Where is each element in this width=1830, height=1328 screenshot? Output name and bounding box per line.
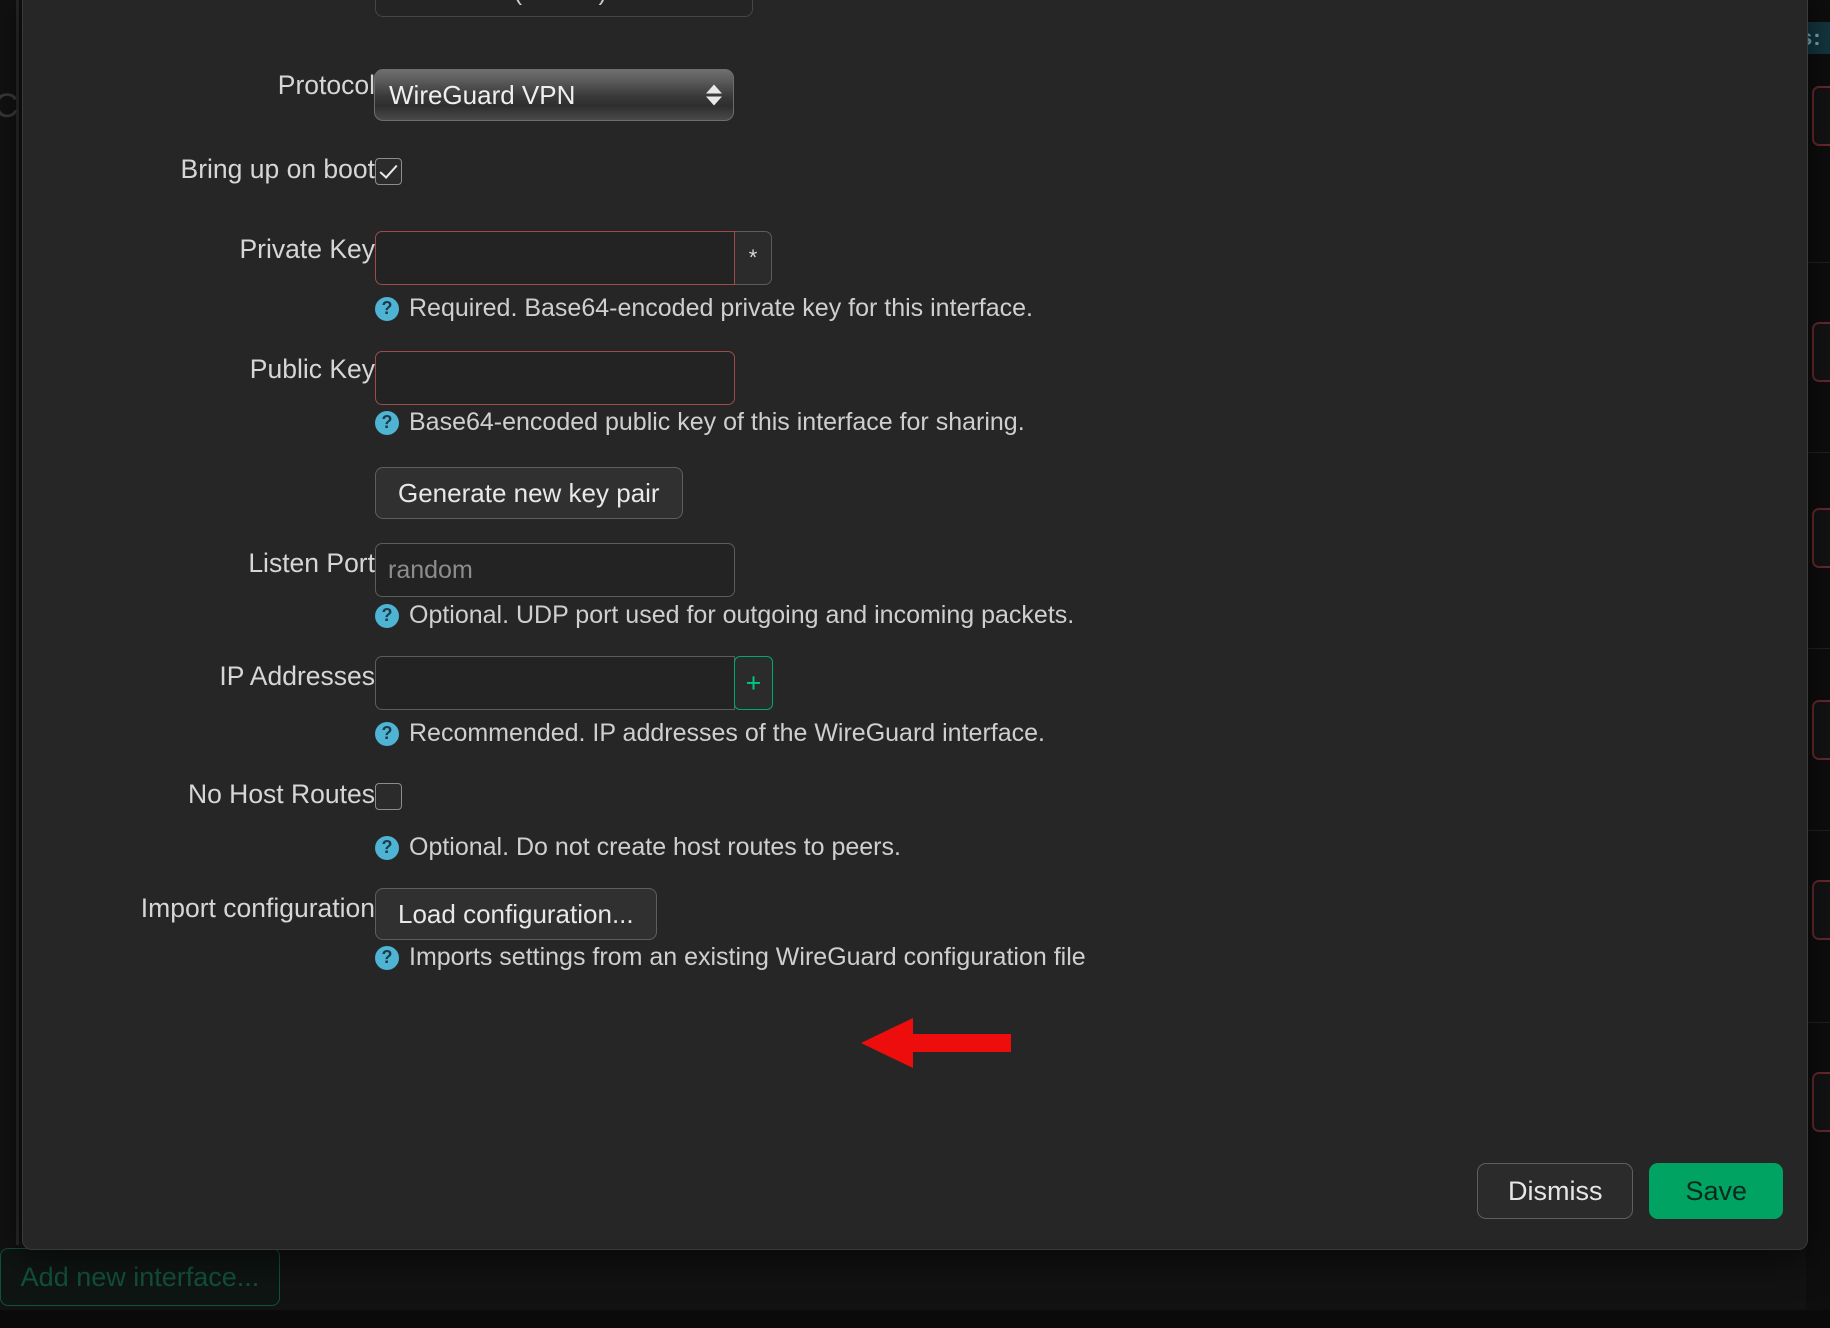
private-key-hint-text: Required. Base64-encoded private key for…	[409, 294, 1033, 322]
no-host-routes-hint-text: Optional. Do not create host routes to p…	[409, 833, 901, 861]
help-circle-icon: ?	[375, 835, 399, 860]
background-field	[1812, 322, 1830, 382]
load-configuration-button[interactable]: Load configuration...	[375, 888, 657, 940]
listen-port-hint-text: Optional. UDP port used for outgoing and…	[409, 601, 1075, 629]
background-divider	[1806, 1022, 1830, 1023]
screen: C s: Add new interface... TX: 0 B (0 Pkt…	[0, 0, 1830, 1328]
protocol-label: Protocol	[277, 70, 375, 100]
wireguard-interface-dialog: TX: 0 B (0 Pkts.) Protocol WireGuard VPN…	[22, 0, 1808, 1250]
no-host-routes-hint: ? Optional. Do not create host routes to…	[375, 833, 901, 862]
listen-port-label: Listen Port	[248, 548, 375, 578]
private-key-required-marker: *	[735, 231, 772, 285]
bring-up-on-boot-checkbox-wrapper[interactable]	[375, 158, 402, 185]
ip-addresses-row: +	[375, 656, 773, 710]
help-circle-icon: ?	[375, 945, 399, 970]
background-field	[1812, 508, 1830, 568]
listen-port-hint: ? Optional. UDP port used for outgoing a…	[375, 601, 1074, 630]
background-divider	[1806, 262, 1830, 263]
public-key-hint-text: Base64-encoded public key of this interf…	[409, 408, 1025, 436]
ip-addresses-label: IP Addresses	[219, 661, 375, 691]
public-key-hint: ? Base64-encoded public key of this inte…	[375, 408, 1025, 437]
background-left-glyph: C	[0, 88, 19, 124]
background-divider	[1806, 830, 1830, 831]
help-circle-icon: ?	[375, 410, 399, 435]
listen-port-row	[375, 543, 735, 597]
ip-addresses-input[interactable]	[375, 656, 735, 710]
add-ip-address-button[interactable]: +	[734, 656, 773, 710]
dialog-footer: Dismiss Save	[1476, 1163, 1783, 1219]
tx-value: 0 B (0 Pkts.)	[469, 0, 607, 6]
public-key-label: Public Key	[249, 354, 375, 384]
background-bottom-bar	[0, 1310, 1830, 1328]
save-button[interactable]: Save	[1649, 1163, 1783, 1219]
ip-addresses-hint: ? Recommended. IP addresses of the WireG…	[375, 719, 1045, 748]
background-field	[1812, 700, 1830, 760]
public-key-input[interactable]	[375, 351, 735, 405]
background-divider	[1806, 648, 1830, 649]
annotation-arrow-icon	[861, 1018, 1011, 1068]
background-field	[1812, 1072, 1830, 1132]
import-configuration-label: Import configuration	[140, 893, 375, 923]
no-host-routes-checkbox-wrapper[interactable]	[375, 783, 402, 810]
background-field	[1812, 880, 1830, 940]
import-configuration-hint: ? Imports settings from an existing Wire…	[375, 943, 1086, 972]
background-left-rule	[16, 0, 19, 1245]
import-configuration-hint-text: Imports settings from an existing WireGu…	[409, 943, 1086, 971]
private-key-hint: ? Required. Base64-encoded private key f…	[375, 294, 1033, 323]
generate-new-key-pair-button[interactable]: Generate new key pair	[375, 467, 683, 519]
background-field	[1812, 86, 1830, 146]
ip-addresses-hint-text: Recommended. IP addresses of the WireGua…	[409, 719, 1045, 747]
help-circle-icon: ?	[375, 603, 399, 628]
bring-up-on-boot-label: Bring up on boot	[180, 154, 375, 184]
help-circle-icon: ?	[375, 296, 399, 321]
dismiss-button[interactable]: Dismiss	[1476, 1163, 1634, 1219]
help-circle-icon: ?	[375, 721, 399, 746]
protocol-select[interactable]: WireGuard VPN	[374, 69, 734, 121]
bring-up-on-boot-checkbox[interactable]	[375, 158, 402, 185]
tx-stats-panel: TX: 0 B (0 Pkts.)	[375, 0, 753, 17]
private-key-label: Private Key	[239, 234, 375, 264]
no-host-routes-label: No Host Routes	[187, 779, 375, 809]
add-new-interface-button[interactable]: Add new interface...	[0, 1248, 280, 1306]
import-configuration-row: Load configuration...	[375, 888, 657, 940]
tx-label: TX:	[422, 0, 462, 6]
private-key-row: *	[375, 231, 772, 285]
private-key-input[interactable]	[375, 231, 735, 285]
protocol-select-wrapper[interactable]: WireGuard VPN	[374, 69, 734, 121]
public-key-row	[375, 351, 735, 405]
listen-port-input[interactable]	[375, 543, 735, 597]
no-host-routes-checkbox[interactable]	[375, 783, 402, 810]
generate-key-pair-row: Generate new key pair	[375, 467, 683, 519]
background-divider	[1806, 452, 1830, 453]
